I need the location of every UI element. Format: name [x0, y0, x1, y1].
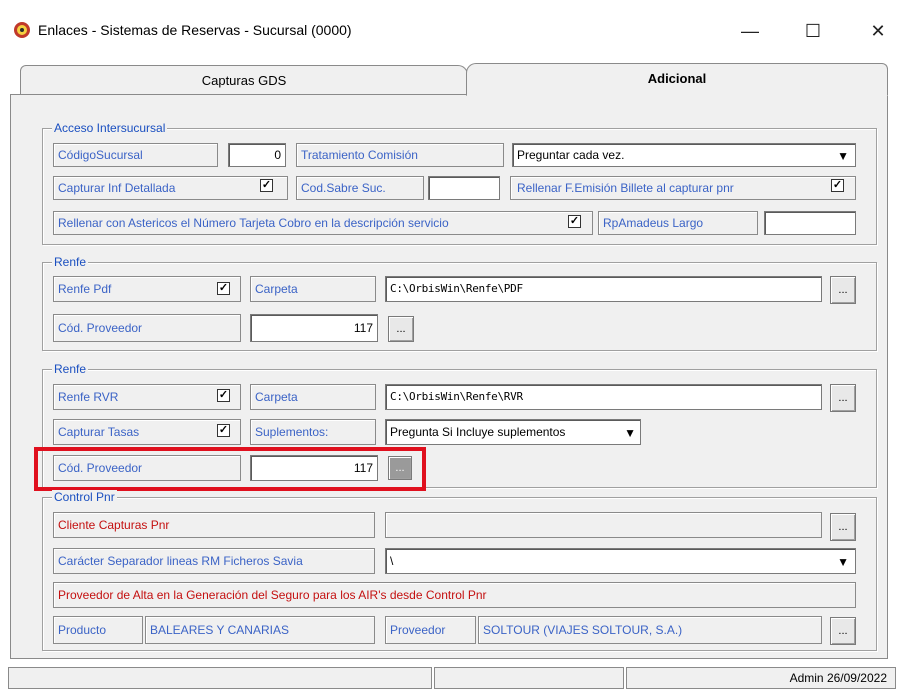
cod-sabre-input[interactable] — [428, 176, 500, 200]
cod-proveedor-browse-button[interactable]: ... — [388, 316, 414, 342]
caracter-separador-label: Carácter Separador lineas RM Ficheros Sa… — [53, 548, 375, 574]
minimize-button[interactable]: — — [730, 16, 770, 46]
proveedor-alta-label: Proveedor de Alta en la Generación del S… — [53, 582, 856, 608]
suplementos-select[interactable]: Pregunta Si Incluye suplementos ▼ — [385, 419, 641, 445]
group-legend: Renfe — [52, 255, 89, 269]
proveedor-label: Proveedor — [385, 616, 476, 644]
codigo-sucursal-label: CódigoSucursal — [53, 143, 218, 167]
status-cell-2 — [434, 667, 624, 689]
caracter-separador-select[interactable]: \ ▼ — [385, 548, 856, 574]
renfe-pdf-checkbox[interactable]: ✓ — [217, 282, 230, 295]
chevron-down-icon: ▼ — [624, 426, 636, 440]
proveedor-value[interactable]: SOLTOUR (VIAJES SOLTOUR, S.A.) — [478, 616, 822, 644]
rellenar-femision-checkbox[interactable]: ✓ — [831, 179, 844, 192]
group-legend: Acceso Intersucursal — [52, 121, 168, 135]
carpeta-pdf-input[interactable]: C:\OrbisWin\Renfe\PDF — [385, 276, 822, 302]
highlight-box — [34, 447, 426, 491]
capturar-inf-detallada-label: Capturar Inf Detallada — [53, 176, 288, 200]
window-title: Enlaces - Sistemas de Reservas - Sucursa… — [38, 22, 352, 38]
codigo-sucursal-input[interactable]: 0 — [228, 143, 286, 167]
renfe-rvr-checkbox[interactable]: ✓ — [217, 389, 230, 402]
select-value: Pregunta Si Incluye suplementos — [390, 425, 566, 439]
capturar-tasas-label: Capturar Tasas — [53, 419, 241, 445]
carpeta-rvr-browse-button[interactable]: ... — [830, 384, 856, 412]
suplementos-label: Suplementos: — [250, 419, 376, 445]
tab-capturas-gds[interactable]: Capturas GDS — [20, 65, 468, 95]
close-button[interactable]: ✕ — [858, 16, 898, 46]
cod-sabre-label: Cod.Sabre Suc. — [296, 176, 424, 200]
rellenar-asteriscos-checkbox[interactable]: ✓ — [568, 215, 581, 228]
group-legend: Control Pnr — [52, 490, 117, 504]
renfe-rvr-label: Renfe RVR — [53, 384, 241, 410]
cod-proveedor-input[interactable]: 117 — [250, 314, 378, 342]
carpeta-label: Carpeta — [250, 276, 376, 302]
tratamiento-comision-label: Tratamiento Comisión — [296, 143, 504, 167]
status-cell-1 — [8, 667, 432, 689]
rellenar-femision-label: Rellenar F.Emisión Billete al capturar p… — [510, 176, 856, 200]
app-icon — [12, 20, 32, 40]
group-legend: Renfe — [52, 362, 89, 376]
tab-label: Adicional — [647, 71, 707, 86]
rpamadeus-largo-input[interactable] — [764, 211, 856, 235]
proveedor-browse-button[interactable]: ... — [830, 617, 856, 645]
cliente-capturas-pnr-label: Cliente Capturas Pnr — [53, 512, 375, 538]
status-user-date: Admin 26/09/2022 — [626, 667, 896, 689]
tratamiento-comision-select[interactable]: Preguntar cada vez. ▼ — [512, 143, 856, 167]
renfe-pdf-label: Renfe Pdf — [53, 276, 241, 302]
producto-value[interactable]: BALEARES Y CANARIAS — [145, 616, 375, 644]
select-value: \ — [390, 554, 394, 568]
chevron-down-icon: ▼ — [837, 555, 849, 569]
cliente-capturas-pnr-field[interactable] — [385, 512, 822, 538]
capturar-inf-detallada-checkbox[interactable]: ✓ — [260, 179, 273, 192]
capturar-tasas-checkbox[interactable]: ✓ — [217, 424, 230, 437]
rellenar-asteriscos-label: Rellenar con Astericos el Número Tarjeta… — [53, 211, 593, 235]
cod-proveedor-label: Cód. Proveedor — [53, 314, 241, 342]
carpeta-rvr-input[interactable]: C:\OrbisWin\Renfe\RVR — [385, 384, 822, 410]
producto-label: Producto — [53, 616, 143, 644]
maximize-button[interactable]: ☐ — [793, 16, 833, 46]
carpeta-label: Carpeta — [250, 384, 376, 410]
chevron-down-icon: ▼ — [837, 149, 849, 163]
tab-adicional[interactable]: Adicional — [466, 63, 888, 96]
select-value: Preguntar cada vez. — [517, 148, 625, 162]
rpamadeus-largo-label: RpAmadeus Largo — [598, 211, 758, 235]
cliente-capturas-browse-button[interactable]: ... — [830, 513, 856, 541]
carpeta-pdf-browse-button[interactable]: ... — [830, 276, 856, 304]
tab-label: Capturas GDS — [201, 73, 287, 88]
